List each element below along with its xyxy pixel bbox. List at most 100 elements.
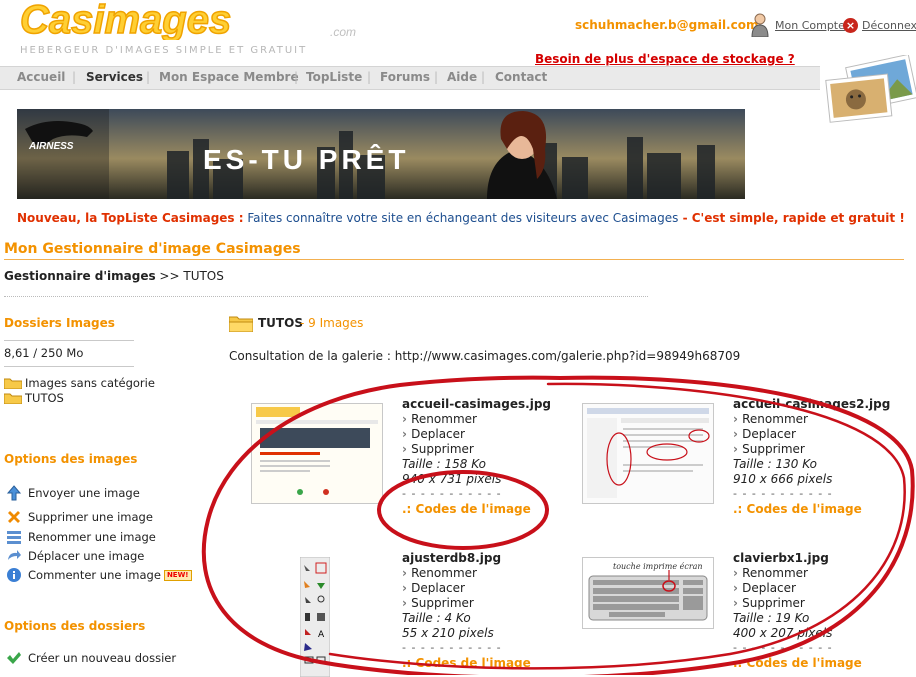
rename-action[interactable]: Renommer — [733, 412, 808, 426]
option-delete-image[interactable]: Supprimer une image — [6, 509, 153, 525]
banner-slogan: ES-TU PRÊT — [203, 144, 409, 175]
separator-dashes: - - - - - - - - - - - — [402, 487, 502, 500]
check-icon — [7, 652, 21, 664]
user-email: schuhmacher.b@gmail.com — [575, 18, 759, 32]
folder-label: TUTOS — [25, 391, 64, 405]
delete-action[interactable]: Supprimer — [733, 596, 805, 610]
image-size-4: Taille : 19 Ko — [733, 611, 810, 625]
move-action[interactable]: Deplacer — [733, 427, 796, 441]
logout-link[interactable]: Déconnexio — [862, 19, 916, 32]
image-dims-4: 400 x 207 pixels — [733, 626, 833, 640]
image-thumbnail-1[interactable] — [251, 403, 383, 504]
image-size-2: Taille : 130 Ko — [733, 457, 817, 471]
option-label: Supprimer une image — [28, 510, 153, 524]
option-rename-image[interactable]: Renommer une image — [6, 529, 156, 545]
image-codes-link-1[interactable]: .: Codes de l'image — [402, 502, 531, 516]
delete-action[interactable]: Supprimer — [733, 442, 805, 456]
breadcrumb-root[interactable]: Gestionnaire d'images — [4, 269, 156, 283]
rename-action[interactable]: Renommer — [402, 412, 477, 426]
delete-action[interactable]: Supprimer — [402, 596, 474, 610]
advertising-banner[interactable]: AIRNESS ES-TU PRÊT — [17, 109, 745, 199]
consult-label: Consultation de la galerie : — [229, 349, 391, 363]
account-link[interactable]: Mon Compte — [775, 19, 845, 32]
rename-action[interactable]: Renommer — [733, 566, 808, 580]
rename-action[interactable]: Renommer — [402, 566, 477, 580]
sidebar-folders-title: Dossiers Images — [4, 316, 115, 330]
separator-dashes: - - - - - - - - - - - — [733, 641, 833, 654]
move-icon — [8, 550, 21, 560]
folder-open-icon — [4, 393, 22, 404]
main-nav: Accueil | Services | Mon Espace Membre |… — [0, 66, 820, 90]
page-title: Mon Gestionnaire d'image Casimages — [4, 241, 301, 257]
storage-upgrade-link[interactable]: Besoin de plus d'espace de stockage ? — [535, 52, 795, 66]
gallery-url[interactable]: http://www.casimages.com/galerie.php?id=… — [395, 349, 741, 363]
svg-text:A: A — [318, 630, 325, 640]
breadcrumb-current: TUTOS — [183, 269, 224, 283]
tagline: HEBERGEUR D'IMAGES SIMPLE ET GRATUIT — [20, 45, 308, 56]
option-create-folder[interactable]: Créer un nouveau dossier — [6, 650, 176, 666]
option-label: Déplacer une image — [28, 549, 145, 563]
gallery-folder-name: TUTOS — [258, 316, 303, 330]
image-codes-link-2[interactable]: .: Codes de l'image — [733, 502, 862, 516]
move-action[interactable]: Deplacer — [402, 427, 465, 441]
folder-item-uncategorized[interactable]: Images sans catégorie — [4, 376, 155, 390]
nav-aide[interactable]: Aide — [447, 70, 477, 84]
topliste-news[interactable]: Nouveau, la TopListe Casimages : Faites … — [17, 211, 905, 225]
image-thumbnail-4[interactable]: touche imprime écran — [582, 557, 714, 629]
image-codes-link-4[interactable]: .: Codes de l'image — [733, 656, 862, 670]
image-thumbnail-2[interactable] — [582, 403, 714, 504]
breadcrumb: Gestionnaire d'images >> TUTOS — [4, 269, 224, 283]
nav-topliste[interactable]: TopListe — [306, 70, 362, 84]
image-codes-link-3[interactable]: .: Codes de l'image — [402, 656, 531, 670]
casimages-logo[interactable]: Casimages .com — [18, 0, 363, 40]
photo-stack-decoration — [825, 55, 916, 123]
nav-services[interactable]: Services — [86, 70, 143, 84]
toolbox-preview: A — [300, 557, 330, 677]
move-action[interactable]: Deplacer — [402, 581, 465, 595]
thumbnail-preview — [252, 404, 382, 503]
option-move-image[interactable]: Déplacer une image — [6, 548, 144, 564]
gallery-folder-icon — [229, 316, 253, 332]
logout-icon[interactable]: × — [843, 18, 858, 33]
user-account-icon[interactable] — [750, 13, 770, 37]
folder-icon — [4, 378, 22, 389]
nav-contact[interactable]: Contact — [495, 70, 547, 84]
option-upload-image[interactable]: Envoyer une image — [6, 485, 140, 501]
image-size-3: Taille : 4 Ko — [402, 611, 471, 625]
image-size-1: Taille : 158 Ko — [402, 457, 486, 471]
thumbnail-preview — [583, 404, 713, 503]
folder-label: Images sans catégorie — [25, 376, 155, 390]
move-action[interactable]: Deplacer — [733, 581, 796, 595]
nav-accueil[interactable]: Accueil — [17, 70, 65, 84]
upload-icon — [6, 485, 22, 501]
delete-action[interactable]: Supprimer — [402, 442, 474, 456]
nav-separator: | — [367, 70, 372, 84]
nav-separator: | — [434, 70, 439, 84]
nav-espace-membre[interactable]: Mon Espace Membre — [159, 70, 299, 84]
option-label: Renommer une image — [28, 530, 156, 544]
gallery-consult-line: Consultation de la galerie : http://www.… — [229, 349, 740, 363]
title-divider — [4, 259, 904, 260]
option-comment-image[interactable]: Commenter une image NEW! — [6, 567, 192, 583]
image-filename-1: accueil-casimages.jpg — [402, 397, 552, 411]
logo-suffix: .com — [330, 25, 356, 39]
nav-forums[interactable]: Forums — [380, 70, 430, 84]
option-label: Commenter une image — [28, 568, 161, 582]
breadcrumb-divider — [4, 296, 648, 297]
new-badge: NEW! — [163, 569, 192, 581]
nav-separator: | — [481, 70, 486, 84]
image-dims-1: 940 x 731 pixels — [402, 472, 502, 486]
sidebar-folder-options-title: Options des dossiers — [4, 619, 146, 633]
image-thumbnail-3[interactable]: A — [300, 557, 330, 677]
option-label: Créer un nouveau dossier — [28, 651, 177, 665]
sidebar-divider — [4, 340, 134, 341]
separator-dashes: - - - - - - - - - - - — [733, 487, 833, 500]
nav-separator: | — [72, 70, 77, 84]
image-filename-3: ajusterdb8.jpg — [402, 551, 502, 565]
image-dims-3: 55 x 210 pixels — [402, 626, 494, 640]
banner-brand: AIRNESS — [28, 141, 74, 152]
breadcrumb-separator: >> — [155, 269, 184, 283]
nav-separator: | — [146, 70, 151, 84]
folder-item-tutos[interactable]: TUTOS — [4, 391, 64, 405]
gallery-image-count: - 9 Images — [300, 316, 364, 330]
